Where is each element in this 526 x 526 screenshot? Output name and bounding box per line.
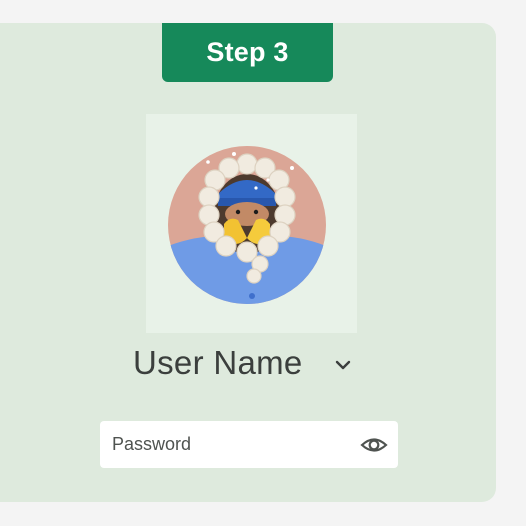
password-field [100,421,398,468]
user-name: User Name [133,344,303,381]
step-badge-label: Step 3 [206,37,289,67]
step-badge: Step 3 [162,23,333,82]
avatar-frame [146,114,357,333]
eye-icon[interactable] [360,431,388,459]
user-selector[interactable]: User Name [0,336,496,392]
chevron-down-icon[interactable] [332,354,354,376]
avatar [168,146,326,304]
password-input[interactable] [112,421,352,468]
